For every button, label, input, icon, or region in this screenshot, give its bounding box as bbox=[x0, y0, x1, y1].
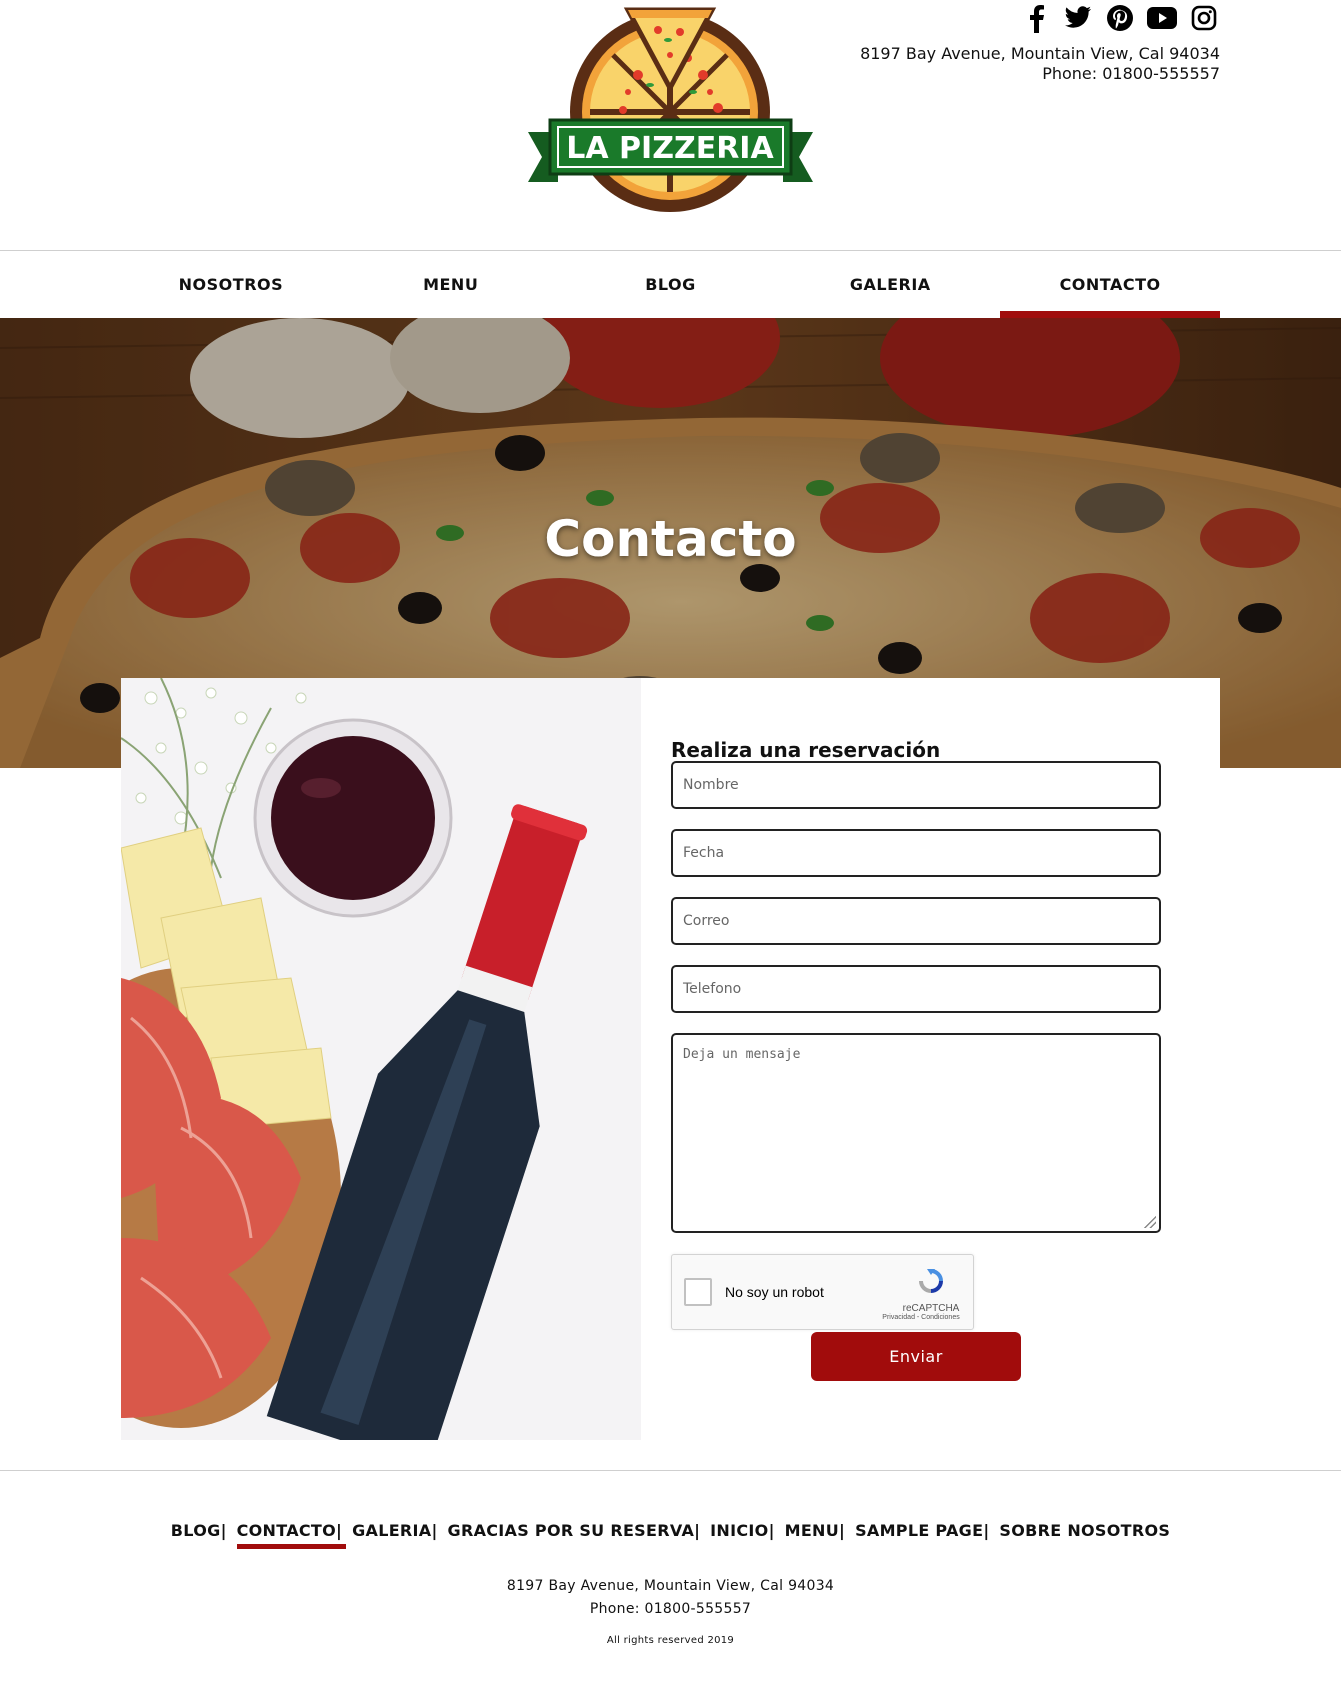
footer-separator: | bbox=[336, 1521, 343, 1540]
date-placeholder: Fecha bbox=[683, 845, 725, 861]
pinterest-icon[interactable] bbox=[1104, 2, 1136, 34]
recaptcha-logo: reCAPTCHA Privacidad - Condiciones bbox=[882, 1265, 961, 1321]
main-navigation: NOSOTROS MENU BLOG GALERIA CONTACTO bbox=[0, 250, 1341, 319]
recaptcha-widget: No soy un robot reCAPTCHA Privacidad - C… bbox=[671, 1254, 974, 1330]
wine-and-charcuterie-photo bbox=[121, 678, 641, 1440]
phone-input[interactable]: Telefono bbox=[671, 965, 1161, 1013]
site-header: LA PIZZERIA 8197 Bay Avenue, Mountain Vi… bbox=[0, 0, 1341, 250]
footer-link-gracias[interactable]: GRACIAS POR SU RESERVA bbox=[448, 1521, 695, 1540]
copyright-text: All rights reserved 2019 bbox=[606, 1635, 735, 1646]
recaptcha-checkbox[interactable] bbox=[684, 1278, 712, 1306]
footer-link-sample-page[interactable]: SAMPLE PAGE bbox=[855, 1521, 983, 1540]
recaptcha-label: No soy un robot bbox=[725, 1284, 824, 1300]
date-input[interactable]: Fecha bbox=[671, 829, 1161, 877]
header-address: 8197 Bay Avenue, Mountain View, Cal 9403… bbox=[860, 44, 1220, 63]
nav-item-galeria[interactable]: GALERIA bbox=[780, 251, 1000, 318]
resize-handle[interactable] bbox=[1144, 1216, 1156, 1228]
site-footer: BLOG| CONTACTO| GALERIA| GRACIAS POR SU … bbox=[0, 1470, 1341, 1694]
footer-separator: | bbox=[839, 1521, 846, 1540]
phone-placeholder: Telefono bbox=[683, 981, 742, 997]
twitter-icon[interactable] bbox=[1062, 2, 1094, 34]
recaptcha-brand: reCAPTCHA bbox=[902, 1303, 960, 1314]
footer-link-galeria[interactable]: GALERIA bbox=[352, 1521, 431, 1540]
footer-link-contacto[interactable]: CONTACTO bbox=[237, 1521, 336, 1540]
footer-navigation: BLOG| CONTACTO| GALERIA| GRACIAS POR SU … bbox=[0, 1521, 1341, 1540]
email-input[interactable]: Correo bbox=[671, 897, 1161, 945]
header-phone: Phone: 01800-555557 bbox=[1042, 64, 1220, 83]
nav-item-contacto[interactable]: CONTACTO bbox=[1000, 251, 1220, 319]
logo-text: LA PIZZERIA bbox=[566, 131, 774, 166]
submit-button[interactable]: Enviar bbox=[811, 1332, 1021, 1381]
footer-separator: | bbox=[768, 1521, 775, 1540]
footer-separator: | bbox=[694, 1521, 701, 1540]
youtube-icon[interactable] bbox=[1146, 2, 1178, 34]
footer-link-menu[interactable]: MENU bbox=[785, 1521, 839, 1540]
reservation-card: Realiza una reservación Nombre Fecha Cor… bbox=[121, 678, 1220, 1440]
instagram-icon[interactable] bbox=[1188, 2, 1220, 34]
form-title: Realiza una reservación bbox=[671, 738, 941, 762]
la-pizzeria-logo[interactable]: LA PIZZERIA bbox=[528, 0, 813, 222]
footer-address: 8197 Bay Avenue, Mountain View, Cal 9403… bbox=[506, 1578, 835, 1594]
name-placeholder: Nombre bbox=[683, 777, 739, 793]
social-links bbox=[1020, 2, 1220, 34]
nav-item-nosotros[interactable]: NOSOTROS bbox=[121, 251, 341, 318]
message-placeholder: Deja un mensaje bbox=[683, 1047, 801, 1062]
name-input[interactable]: Nombre bbox=[671, 761, 1161, 809]
page-title: Contacto bbox=[544, 510, 797, 568]
nav-item-menu[interactable]: MENU bbox=[341, 251, 561, 318]
footer-link-inicio[interactable]: INICIO bbox=[710, 1521, 768, 1540]
footer-link-blog[interactable]: BLOG bbox=[171, 1521, 221, 1540]
recaptcha-terms-link[interactable]: Privacidad - Condiciones bbox=[881, 1314, 961, 1321]
email-placeholder: Correo bbox=[683, 913, 730, 929]
footer-separator: | bbox=[431, 1521, 438, 1540]
header-contact-info: 8197 Bay Avenue, Mountain View, Cal 9403… bbox=[860, 44, 1220, 84]
recaptcha-icon bbox=[919, 1269, 943, 1293]
nav-item-blog[interactable]: BLOG bbox=[561, 251, 781, 318]
facebook-icon[interactable] bbox=[1020, 2, 1052, 34]
footer-contact-info: 8197 Bay Avenue, Mountain View, Cal 9403… bbox=[0, 1575, 1341, 1621]
footer-separator: | bbox=[220, 1521, 227, 1540]
footer-link-sobre-nosotros[interactable]: SOBRE NOSOTROS bbox=[999, 1521, 1170, 1540]
message-textarea[interactable]: Deja un mensaje bbox=[671, 1033, 1161, 1233]
footer-phone: Phone: 01800-555557 bbox=[589, 1601, 752, 1617]
footer-separator: | bbox=[983, 1521, 990, 1540]
